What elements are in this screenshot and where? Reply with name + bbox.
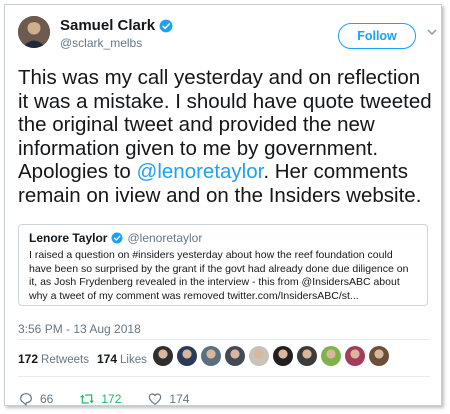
likes-label: Likes xyxy=(120,354,147,366)
mention-link[interactable]: @lenoretaylor xyxy=(137,160,264,183)
liker-avatar[interactable] xyxy=(297,346,317,366)
verified-badge-icon xyxy=(111,232,123,244)
tweet-text: This was my call yesterday and on reflec… xyxy=(18,66,434,207)
reply-count: 66 xyxy=(40,392,54,406)
quoted-tweet[interactable]: Lenore Taylor @lenoretaylor I raised a q… xyxy=(18,224,428,306)
author-name-text: Samuel Clark xyxy=(60,17,156,34)
like-button[interactable]: 174 xyxy=(147,391,189,407)
reply-button[interactable]: 66 xyxy=(18,391,53,407)
tweet-card: Samuel Clark @sclark_melbs Follow This w… xyxy=(4,4,442,406)
liker-avatar[interactable] xyxy=(201,346,221,366)
likes-count: 174 xyxy=(96,352,117,366)
tweet-actions: 66 172 174 xyxy=(18,391,215,407)
avatar-portrait-icon xyxy=(18,16,50,48)
liker-avatar[interactable] xyxy=(249,346,269,366)
quoted-author-handle: @lenoretaylor xyxy=(127,231,203,245)
divider xyxy=(18,339,430,340)
engagement-stats: 172 Retweets 174 Likes xyxy=(18,352,155,366)
quoted-tweet-header: Lenore Taylor @lenoretaylor xyxy=(29,231,417,245)
author-handle[interactable]: @sclark_melbs xyxy=(60,36,142,50)
liker-avatar[interactable] xyxy=(369,346,389,366)
liker-avatar[interactable] xyxy=(153,346,173,366)
follow-button[interactable]: Follow xyxy=(338,23,416,49)
liker-avatar[interactable] xyxy=(321,346,341,366)
author-avatar[interactable] xyxy=(18,16,50,48)
retweets-count: 172 xyxy=(18,352,39,366)
verified-badge-icon xyxy=(159,19,173,32)
liker-avatar[interactable] xyxy=(177,346,197,366)
liker-avatar[interactable] xyxy=(225,346,245,366)
heart-icon xyxy=(149,393,162,405)
quoted-tweet-text: I raised a question on #insiders yesterd… xyxy=(29,249,409,302)
likes-stat[interactable]: 174 Likes xyxy=(97,352,147,366)
retweets-stat[interactable]: 172 Retweets xyxy=(18,352,89,366)
author-name[interactable]: Samuel Clark xyxy=(60,17,173,34)
retweets-label: Retweets xyxy=(41,354,89,366)
chevron-down-icon[interactable] xyxy=(427,27,437,37)
reply-icon xyxy=(20,393,32,406)
retweet-button[interactable]: 172 xyxy=(79,391,121,407)
tweet-timestamp[interactable]: 3:56 PM - 13 Aug 2018 xyxy=(18,322,141,336)
retweet-icon xyxy=(80,394,94,404)
quoted-author-name: Lenore Taylor xyxy=(29,231,108,245)
divider xyxy=(18,376,430,377)
retweet-count: 172 xyxy=(101,392,122,406)
like-count: 174 xyxy=(169,392,190,406)
liker-avatar[interactable] xyxy=(345,346,365,366)
liker-avatar[interactable] xyxy=(273,346,293,366)
liker-avatars xyxy=(153,346,389,366)
